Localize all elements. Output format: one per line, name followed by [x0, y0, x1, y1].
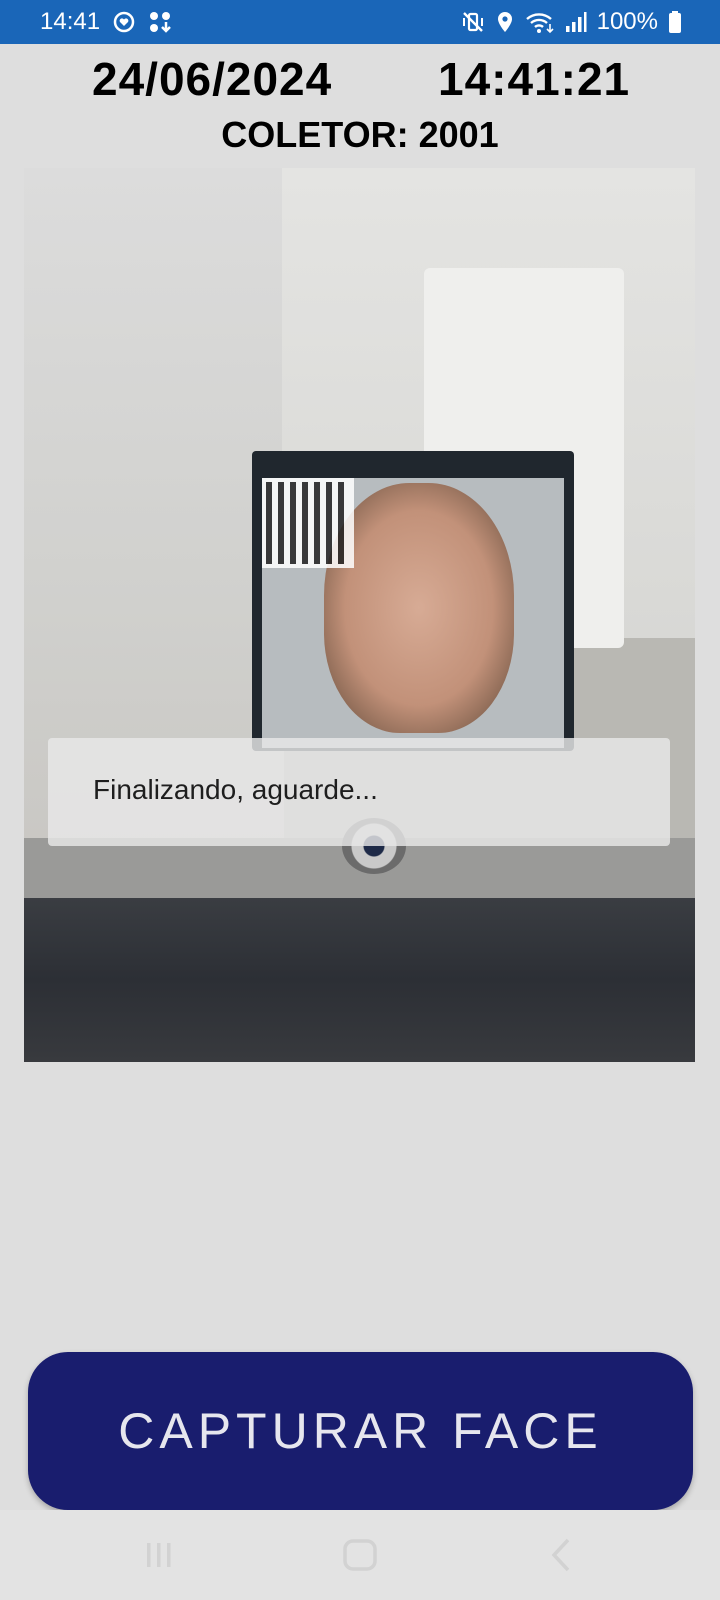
sync-heart-icon [112, 10, 136, 34]
datetime-header: 24/06/2024 14:41:21 [0, 48, 720, 114]
navigation-bar [0, 1510, 720, 1600]
apps-download-icon [148, 10, 174, 34]
progress-message: Finalizando, aguarde... [93, 774, 378, 805]
qr-code-icon [262, 478, 354, 568]
battery-percent: 100% [596, 8, 658, 35]
home-icon[interactable] [337, 1532, 383, 1578]
current-date: 24/06/2024 [92, 53, 333, 105]
mute-vibrate-icon [461, 10, 485, 34]
progress-message-box: Finalizando, aguarde... [48, 738, 670, 846]
capture-face-button[interactable]: CAPTURAR FACE [28, 1352, 693, 1510]
signal-icon [565, 11, 587, 33]
collector-label: COLETOR: 2001 [221, 114, 499, 155]
current-time: 14:41:21 [438, 53, 631, 105]
camera-preview: Finalizando, aguarde... [24, 168, 695, 1062]
camera-scene-keyboard [24, 898, 695, 1062]
battery-icon [668, 10, 682, 34]
status-right: 100% [461, 0, 682, 44]
wifi-icon [525, 10, 555, 34]
location-icon [495, 10, 515, 34]
status-time: 14:41 [40, 8, 101, 35]
status-bar: 14:41 100% [0, 0, 720, 44]
back-icon[interactable] [538, 1532, 584, 1578]
status-left: 14:41 [40, 0, 174, 44]
recents-icon[interactable] [136, 1532, 182, 1578]
